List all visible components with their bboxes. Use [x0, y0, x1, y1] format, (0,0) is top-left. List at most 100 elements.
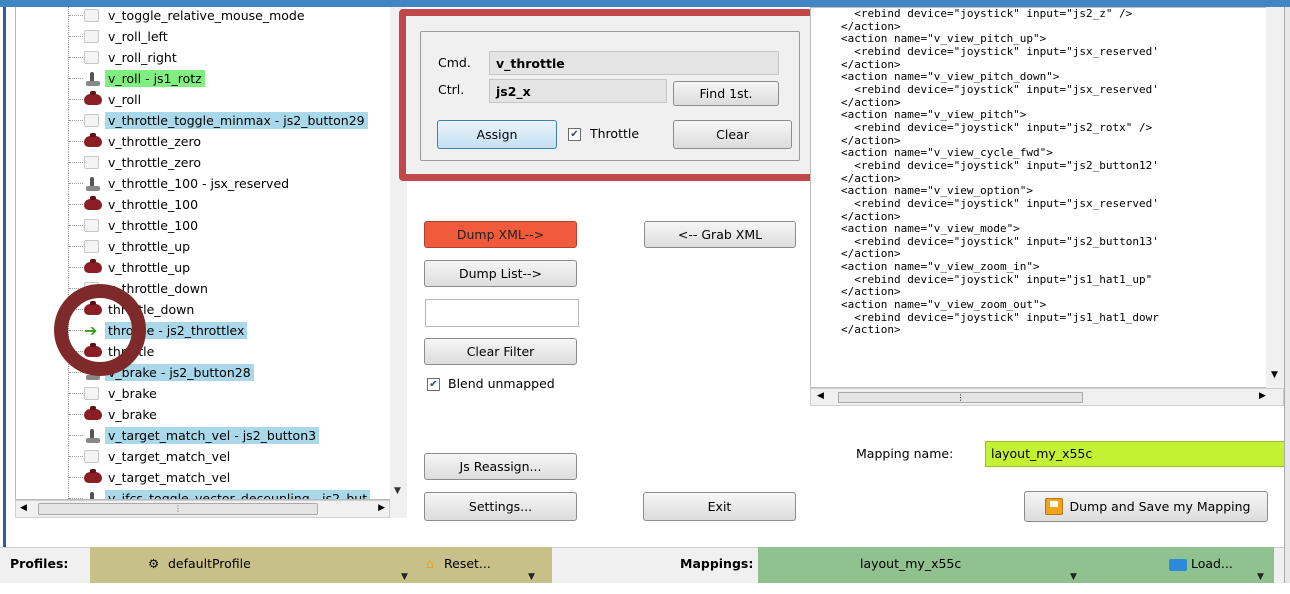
- action-tree[interactable]: v_toggle_relative_mouse_mode v_roll_leftv…: [15, 7, 407, 500]
- tree-item-label: v_roll: [108, 92, 142, 107]
- tree-branch-line: [69, 162, 83, 163]
- tree-item[interactable]: v_ifcs_toggle_vector_decoupling - js2_bu…: [16, 488, 406, 499]
- tree-item[interactable]: v_roll_left: [16, 26, 406, 47]
- mapping-value: layout_my_x55c: [860, 556, 962, 571]
- tree-item[interactable]: v_target_match_vel - js2_button3: [16, 425, 406, 446]
- blank-icon: [84, 114, 99, 127]
- tree-item-label: v_brake: [108, 386, 157, 401]
- blank-icon: [84, 219, 99, 232]
- exit-button[interactable]: Exit: [643, 492, 796, 521]
- mapping-name-input[interactable]: layout_my_x55c: [985, 441, 1290, 467]
- tree-item-label: v_target_match_vel: [108, 449, 231, 464]
- mappings-label: Mappings:: [680, 556, 754, 571]
- xml-vertical-scrollbar[interactable]: ▼: [1266, 7, 1284, 388]
- xml-horizontal-scrollbar[interactable]: ◀ ⋮ ▶: [810, 388, 1284, 406]
- tree-item-label: v_throttle_toggle_minmax - js2_button29: [105, 112, 368, 129]
- tree-item[interactable]: v_throttle_up: [16, 236, 406, 257]
- tree-item-label: v_roll_left: [108, 29, 168, 44]
- reset-dropdown[interactable]: ⌂ Reset... ▼: [408, 547, 552, 583]
- tree-item-label: v_roll_right: [108, 50, 177, 65]
- tree-item[interactable]: v_throttle_toggle_minmax - js2_button29: [16, 110, 406, 131]
- scroll-left-arrow-icon[interactable]: ◀: [20, 503, 27, 513]
- profile-dropdown[interactable]: ⚙ defaultProfile ▼: [90, 547, 408, 583]
- tree-item-label: v_throttle_100: [108, 218, 199, 233]
- settings-button[interactable]: Settings...: [424, 492, 577, 521]
- gamepad-icon: [84, 91, 102, 105]
- tree-branch-line: [69, 183, 83, 184]
- window-left-border: [0, 7, 6, 583]
- tree-item[interactable]: v_brake: [16, 404, 406, 425]
- tree-horizontal-scrollbar[interactable]: ◀ ⋮ ▶: [15, 500, 390, 518]
- tree-guide-line: [68, 7, 69, 26]
- joystick-icon: ⚙: [148, 556, 160, 571]
- tree-item[interactable]: v_throttle_100 - jsx_reserved: [16, 173, 406, 194]
- xml-scroll-left-icon[interactable]: ◀: [817, 391, 824, 401]
- scroll-down-arrow-icon[interactable]: ▼: [394, 486, 401, 496]
- tree-branch-line: [69, 204, 83, 205]
- joystick-icon: [84, 491, 102, 499]
- tree-item[interactable]: v_roll - js1_rotz: [16, 68, 406, 89]
- reset-label: Reset...: [444, 556, 491, 571]
- mapping-name-label: Mapping name:: [856, 446, 954, 461]
- xml-scroll-right-icon[interactable]: ▶: [1259, 391, 1266, 401]
- tree-item[interactable]: v_roll: [16, 89, 406, 110]
- tree-item[interactable]: v_target_match_vel: [16, 467, 406, 488]
- tree-item-label: v_ifcs_toggle_vector_decoupling - js2_bu…: [105, 490, 371, 499]
- tree-item-label: v_target_match_vel: [108, 470, 231, 485]
- gamepad-icon: [84, 196, 102, 210]
- dump-and-save-button[interactable]: Dump and Save my Mapping: [1024, 491, 1268, 522]
- clear-button[interactable]: Clear: [673, 120, 792, 149]
- tree-item[interactable]: v_throttle_100: [16, 215, 406, 236]
- filter-input[interactable]: [425, 299, 579, 327]
- grab-xml-button[interactable]: <-- Grab XML: [644, 221, 796, 248]
- tree-branch-line: [69, 99, 83, 100]
- clear-filter-button[interactable]: Clear Filter: [424, 338, 577, 365]
- blank-icon: [84, 156, 99, 169]
- blend-unmapped-label: Blend unmapped: [448, 376, 555, 391]
- find-first-button[interactable]: Find 1st.: [673, 81, 779, 106]
- blank-icon: [84, 240, 99, 253]
- tree-item[interactable]: v_toggle_relative_mouse_mode: [16, 7, 406, 26]
- tree-item[interactable]: v_brake: [16, 383, 406, 404]
- tree-item[interactable]: v_throttle_up: [16, 257, 406, 278]
- tree-item[interactable]: v_throttle_100: [16, 194, 406, 215]
- tree-branch-line: [69, 57, 83, 58]
- joystick-icon: [84, 176, 102, 191]
- load-label: Load...: [1191, 556, 1233, 571]
- joystick-icon: [84, 71, 102, 86]
- throttle-label: Throttle: [590, 126, 640, 141]
- load-dropdown[interactable]: Load... ▼: [1169, 547, 1274, 583]
- tree-item[interactable]: v_target_match_vel: [16, 446, 406, 467]
- xml-scroll-down-icon[interactable]: ▼: [1271, 370, 1278, 380]
- mapping-dropdown[interactable]: layout_my_x55c ▼: [758, 547, 1181, 583]
- scroll-corner: [390, 500, 407, 518]
- tree-item[interactable]: v_roll_right: [16, 47, 406, 68]
- window-right-border: [1284, 7, 1290, 583]
- tree-item-label: v_target_match_vel - js2_button3: [105, 427, 320, 444]
- tree-item-label: v_toggle_relative_mouse_mode: [108, 8, 305, 23]
- chevron-down-icon: ▼: [528, 572, 535, 582]
- folder-icon: [1169, 559, 1187, 571]
- tree-item[interactable]: v_throttle_zero: [16, 152, 406, 173]
- gamepad-icon: [84, 259, 102, 273]
- blend-unmapped-checkbox[interactable]: ✔: [427, 378, 440, 391]
- js-reassign-button[interactable]: Js Reassign...: [424, 453, 577, 480]
- dump-list-button[interactable]: Dump List-->: [424, 260, 577, 287]
- dump-xml-button[interactable]: Dump XML-->: [424, 221, 577, 248]
- tree-branch-line: [69, 36, 83, 37]
- scroll-right-arrow-icon[interactable]: ▶: [378, 503, 385, 513]
- xml-view[interactable]: <rebind device="joystick" input="js2_z" …: [810, 7, 1284, 388]
- tree-item[interactable]: v_throttle_zero: [16, 131, 406, 152]
- blank-icon: [84, 51, 99, 64]
- assign-button[interactable]: Assign: [437, 120, 557, 149]
- xml-scroll-thumb[interactable]: ⋮: [838, 392, 1083, 403]
- chevron-down-icon: ▼: [401, 572, 408, 582]
- scroll-thumb[interactable]: ⋮: [38, 503, 318, 515]
- throttle-checkbox[interactable]: ✔: [568, 128, 581, 141]
- home-icon: ⌂: [426, 556, 434, 571]
- cmd-field: v_throttle: [489, 51, 779, 75]
- gamepad-icon: [84, 469, 102, 483]
- tree-branch-line: [69, 120, 83, 121]
- tree-item-label: v_throttle_up: [108, 239, 191, 254]
- profiles-label: Profiles:: [10, 556, 69, 571]
